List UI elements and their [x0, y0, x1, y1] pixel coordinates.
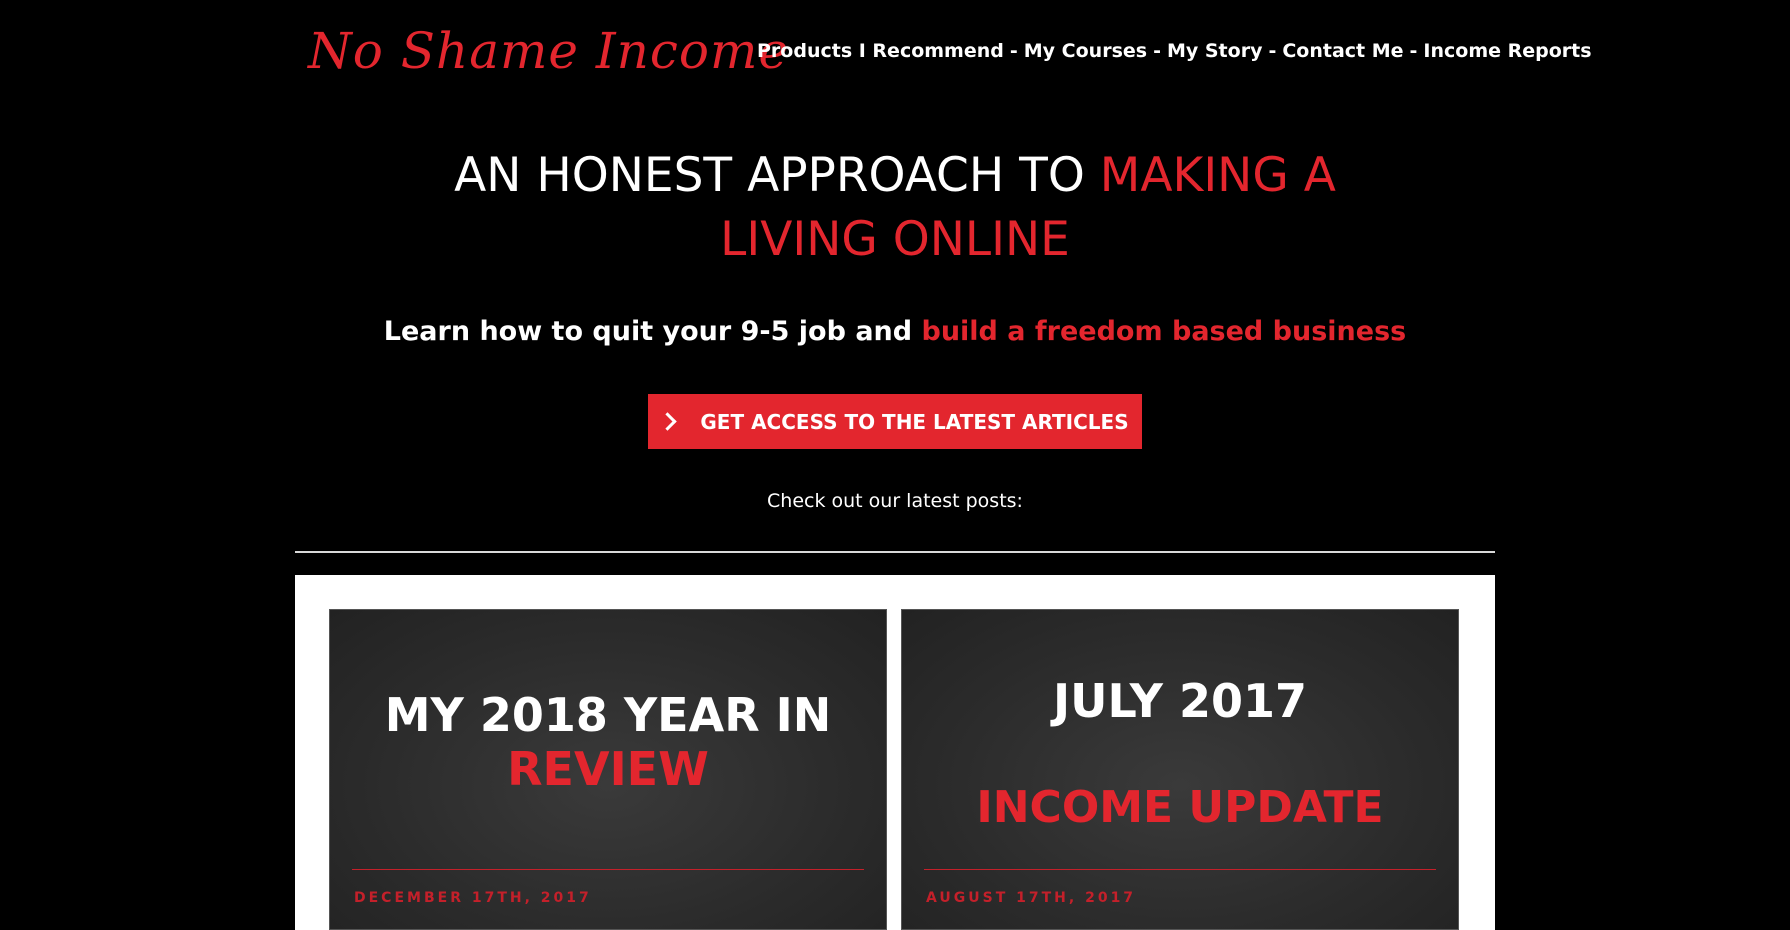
nav-separator: - [1409, 40, 1418, 62]
nav-income-reports[interactable]: Income Reports [1423, 40, 1591, 62]
subhead-red: build a freedom based business [921, 316, 1407, 347]
section-divider [295, 551, 1495, 553]
post-title-line-2: INCOME UPDATE [976, 782, 1384, 833]
nav-separator: - [1153, 40, 1161, 62]
main-nav: Products I Recommend - My Courses - My S… [757, 40, 1592, 62]
get-access-button[interactable]: GET ACCESS TO THE LATEST ARTICLES [648, 394, 1142, 449]
nav-courses[interactable]: My Courses [1024, 40, 1147, 62]
headline-red-2: LIVING ONLINE [720, 212, 1070, 267]
nav-contact[interactable]: Contact Me [1282, 40, 1403, 62]
cta-label: GET ACCESS TO THE LATEST ARTICLES [700, 409, 1129, 434]
hero-headline: AN HONEST APPROACH TO MAKING A LIVING ONL… [0, 144, 1790, 272]
post-title-line-2: REVIEW [507, 742, 709, 796]
nav-separator: - [1268, 40, 1277, 62]
chevron-right-icon [658, 412, 678, 431]
nav-my-story[interactable]: My Story [1167, 40, 1262, 62]
subhead-white: Learn how to quit your 9-5 job and [383, 316, 922, 347]
post-title-line-1: JULY 2017 [1053, 674, 1307, 728]
post-card-year-review[interactable]: MY 2018 YEAR IN REVIEW DECEMBER 17TH, 20… [329, 609, 887, 930]
nav-products[interactable]: Products I Recommend [757, 40, 1004, 62]
post-date: DECEMBER 17TH, 2017 [354, 890, 592, 906]
post-title-line-1: MY 2018 YEAR IN [384, 688, 832, 742]
posts-panel: MY 2018 YEAR IN REVIEW DECEMBER 17TH, 20… [295, 575, 1495, 930]
post-card-income-update[interactable]: JULY 2017 INCOME UPDATE AUGUST 17TH, 201… [901, 609, 1459, 930]
post-divider [924, 869, 1436, 870]
site-logo[interactable]: No Shame Income [308, 22, 789, 80]
headline-white: AN HONEST APPROACH TO [454, 148, 1100, 203]
page: No Shame Income Products I Recommend - M… [0, 0, 1790, 930]
headline-red-1: MAKING A [1099, 148, 1336, 203]
latest-posts-label: Check out our latest posts: [767, 490, 1023, 512]
post-divider [352, 869, 864, 870]
hero-subheading: Learn how to quit your 9-5 job and build… [0, 316, 1790, 347]
nav-separator: - [1009, 40, 1018, 62]
post-date: AUGUST 17TH, 2017 [926, 890, 1137, 906]
